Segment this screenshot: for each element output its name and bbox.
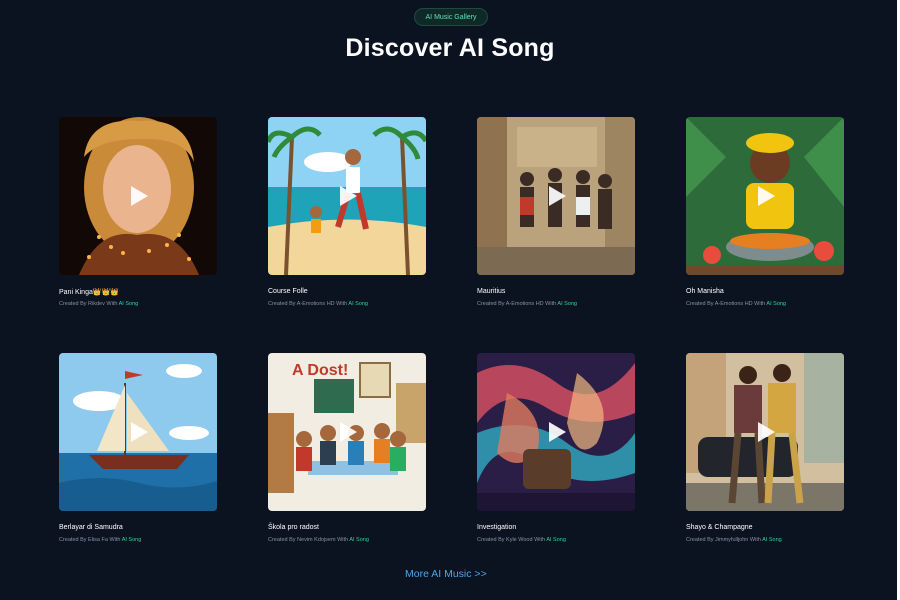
play-icon[interactable]	[335, 420, 359, 444]
brand-link[interactable]: AI Song	[546, 537, 566, 543]
page-title: Discover AI Song	[345, 34, 555, 62]
song-cover[interactable]	[59, 353, 217, 511]
song-cover[interactable]	[268, 117, 426, 275]
song-cover[interactable]	[686, 353, 844, 511]
song-title[interactable]: Shayo & Champagne	[686, 524, 753, 531]
song-author[interactable]: Kyle Wood	[506, 537, 533, 543]
song-credit: Created By A-Emotions HD With AI Song	[268, 301, 368, 307]
page-frame: AI Music Gallery Discover AI Song Pani K…	[0, 0, 897, 600]
brand-link[interactable]: AI Song	[557, 301, 577, 307]
song-cover[interactable]	[686, 117, 844, 275]
song-credit: Created By Jimmyfulljohn With AI Song	[686, 537, 782, 543]
play-icon[interactable]	[753, 184, 777, 208]
song-title[interactable]: Investigation	[477, 524, 516, 531]
play-icon[interactable]	[544, 420, 568, 444]
song-card[interactable]: Shayo & Champagne Created By Jimmyfulljo…	[686, 353, 846, 543]
play-icon[interactable]	[544, 184, 568, 208]
song-title[interactable]: Škola pro radost	[268, 524, 319, 531]
more-ai-music-link[interactable]: More AI Music >>	[405, 568, 487, 580]
brand-link[interactable]: AI Song	[348, 301, 368, 307]
play-icon[interactable]	[753, 420, 777, 444]
song-cover[interactable]	[477, 117, 635, 275]
brand-link[interactable]: AI Song	[762, 537, 782, 543]
song-card[interactable]: Investigation Created By Kyle Wood With …	[477, 353, 637, 543]
song-cover[interactable]: A Dost!	[268, 353, 426, 511]
song-author[interactable]: Jimmyfulljohn	[715, 537, 748, 543]
song-credit: Created By Rikdev With AI Song	[59, 301, 139, 307]
song-card[interactable]: Pani Kinga👑👑👑 Created By Rikdev With AI …	[59, 117, 219, 307]
song-card[interactable]: Berlayar di Samudra Created By Elisa Fa …	[59, 353, 219, 543]
song-title[interactable]: Course Folle	[268, 288, 308, 295]
play-icon[interactable]	[335, 184, 359, 208]
song-cover[interactable]	[477, 353, 635, 511]
song-card[interactable]: Mauritius Created By A-Emotions HD With …	[477, 117, 637, 307]
song-author[interactable]: A-Emotions HD	[297, 301, 335, 307]
brand-link[interactable]: AI Song	[122, 537, 142, 543]
song-credit: Created By Kyle Wood With AI Song	[477, 537, 566, 543]
song-card[interactable]: A Dost! Škola pro radost Created By Nevi…	[268, 353, 428, 543]
svg-text:A Dost!: A Dost!	[292, 362, 348, 379]
song-credit: Created By Nevim Kdojsem With AI Song	[268, 537, 369, 543]
song-title[interactable]: Berlayar di Samudra	[59, 524, 123, 531]
song-credit: Created By A-Emotions HD With AI Song	[686, 301, 786, 307]
song-card[interactable]: Oh Manisha Created By A-Emotions HD With…	[686, 117, 846, 307]
song-credit: Created By Elisa Fa With AI Song	[59, 537, 142, 543]
song-author[interactable]: Elisa Fa	[88, 537, 108, 543]
brand-link[interactable]: AI Song	[349, 537, 369, 543]
song-author[interactable]: Rikdev	[88, 301, 105, 307]
song-title[interactable]: Oh Manisha	[686, 288, 724, 295]
song-title[interactable]: Pani Kinga👑👑👑	[59, 288, 119, 296]
song-author[interactable]: Nevim Kdojsem	[297, 537, 336, 543]
song-card[interactable]: Course Folle Created By A-Emotions HD Wi…	[268, 117, 428, 307]
play-icon[interactable]	[126, 184, 150, 208]
song-cover[interactable]	[59, 117, 217, 275]
song-author[interactable]: A-Emotions HD	[715, 301, 753, 307]
song-credit: Created By A-Emotions HD With AI Song	[477, 301, 577, 307]
gallery-badge: AI Music Gallery	[414, 8, 488, 26]
brand-link[interactable]: AI Song	[766, 301, 786, 307]
brand-link[interactable]: AI Song	[119, 301, 139, 307]
play-icon[interactable]	[126, 420, 150, 444]
song-title[interactable]: Mauritius	[477, 288, 505, 295]
song-author[interactable]: A-Emotions HD	[506, 301, 544, 307]
cover-art-poster-text: A Dost!	[292, 362, 348, 379]
